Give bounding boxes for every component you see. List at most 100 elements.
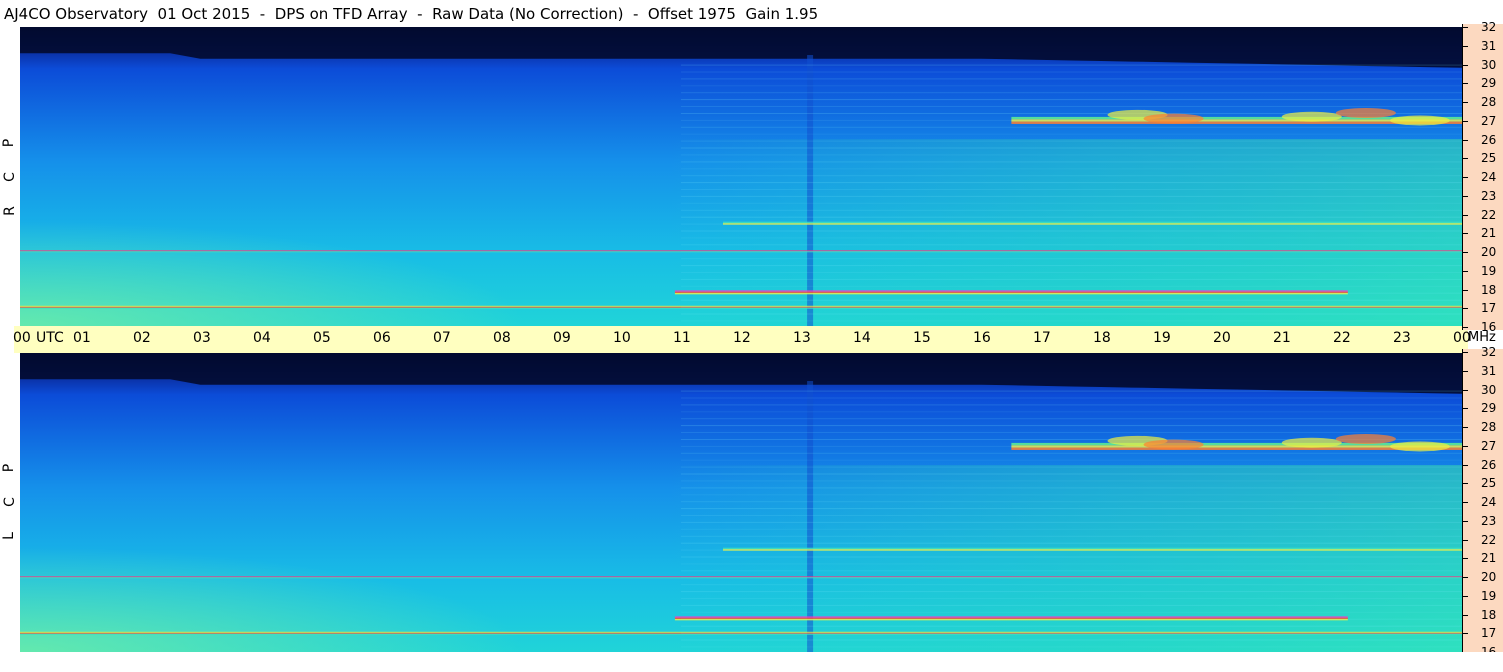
time-tick-label: 03 <box>193 330 211 346</box>
chart-title: AJ4CO Observatory 01 Oct 2015 - DPS on T… <box>4 5 819 23</box>
time-tick-label: 09 <box>553 330 571 346</box>
striation <box>680 480 1462 482</box>
panel-label-lcp: P C L <box>0 353 22 652</box>
striation <box>680 237 1462 239</box>
striation <box>680 466 1462 468</box>
frequency-tick-label: 24 <box>1481 495 1497 509</box>
striation <box>680 501 1462 503</box>
striation <box>680 313 1462 315</box>
striation <box>680 404 1462 406</box>
frequency-tick-label: 32 <box>1481 345 1497 359</box>
panel-label-letter: L <box>0 532 17 540</box>
frequency-tick-label: 26 <box>1481 132 1497 147</box>
striation <box>680 598 1462 599</box>
striation <box>680 272 1462 273</box>
daytime-activity <box>20 139 1462 326</box>
time-tick-label: 17 <box>1033 330 1051 346</box>
striation <box>680 64 1462 66</box>
striation <box>680 639 1462 641</box>
striation <box>680 71 1462 73</box>
striation <box>680 397 1462 399</box>
frequency-tick-label: 31 <box>1481 363 1497 378</box>
frequency-tick <box>1462 270 1468 272</box>
time-tick-label: 07 <box>433 330 451 346</box>
burst-blob <box>1389 441 1450 452</box>
frequency-tick-label: 25 <box>1481 476 1497 491</box>
striation <box>680 195 1462 197</box>
frequency-tick-label: 24 <box>1481 170 1497 184</box>
striation <box>680 452 1462 454</box>
frequency-tick-label: 27 <box>1481 113 1497 128</box>
frequency-tick-label: 32 <box>1481 20 1497 34</box>
striation <box>680 535 1462 537</box>
frequency-tick <box>1462 352 1468 353</box>
striation <box>680 78 1462 80</box>
striation <box>680 584 1462 586</box>
frequency-tick <box>1462 520 1468 522</box>
frequency-tick <box>1462 408 1468 410</box>
striation <box>680 299 1462 301</box>
frequency-tick-label: 30 <box>1481 382 1497 397</box>
frequency-tick-label: 27 <box>1481 438 1497 453</box>
striation <box>680 432 1462 433</box>
striation <box>680 494 1462 496</box>
frequency-tick-label: 29 <box>1481 401 1497 416</box>
striation <box>680 625 1462 627</box>
spectrogram-rcp-canvas <box>20 27 1462 326</box>
frequency-tick-label: 23 <box>1481 188 1497 203</box>
vertical-artifact <box>807 55 814 326</box>
frequency-tick-label: 23 <box>1481 513 1497 528</box>
bottom-margin <box>0 652 1503 672</box>
time-tick-label: 13 <box>793 330 811 346</box>
striation <box>680 390 1462 392</box>
striation <box>680 182 1462 184</box>
striation <box>680 591 1462 593</box>
frequency-tick-label: 21 <box>1481 551 1497 566</box>
band-17mhz <box>20 307 1462 309</box>
frequency-tick-label: 18 <box>1481 282 1497 297</box>
frequency-tick <box>1462 233 1468 235</box>
band-21mhz <box>722 547 1462 550</box>
striation <box>680 425 1462 427</box>
time-tick-label: 22 <box>1333 330 1351 346</box>
band-21mhz <box>722 221 1462 224</box>
frequency-tick <box>1462 595 1468 597</box>
striation <box>680 154 1462 156</box>
striation <box>680 168 1462 170</box>
vertical-artifact <box>807 381 814 652</box>
time-tick-label: 19 <box>1153 330 1171 346</box>
time-tick-label: 23 <box>1393 330 1411 346</box>
striation <box>680 411 1462 413</box>
frequency-tick <box>1462 464 1468 466</box>
striation <box>680 209 1462 211</box>
striation <box>680 528 1462 530</box>
band-17mhz <box>20 633 1462 635</box>
frequency-tick-label: 22 <box>1481 532 1497 547</box>
striation <box>680 487 1462 489</box>
time-tick-label: 05 <box>313 330 331 346</box>
frequency-tick-label: 21 <box>1481 226 1497 241</box>
daytime-activity <box>20 465 1462 652</box>
time-tick-label: 04 <box>253 330 271 346</box>
striation <box>680 85 1462 87</box>
panel-label-letter: C <box>1 172 18 182</box>
striation <box>680 556 1462 558</box>
burst-blob <box>1389 115 1450 126</box>
striation <box>680 320 1462 322</box>
frequency-tick <box>1462 158 1468 160</box>
striation <box>680 119 1462 121</box>
striation <box>680 147 1462 149</box>
frequency-tick-label: 26 <box>1481 457 1497 472</box>
frequency-tick <box>1462 214 1468 216</box>
striation <box>680 521 1462 523</box>
striation <box>680 216 1462 218</box>
striation <box>680 175 1462 177</box>
band-18mhz <box>674 290 1348 292</box>
frequency-tick-label: 29 <box>1481 76 1497 91</box>
striation <box>680 244 1462 246</box>
frequency-tick <box>1462 502 1468 503</box>
frequency-tick <box>1462 483 1468 485</box>
striation <box>680 251 1462 253</box>
frequency-tick <box>1462 427 1468 428</box>
time-unit-label: UTC <box>36 330 64 346</box>
